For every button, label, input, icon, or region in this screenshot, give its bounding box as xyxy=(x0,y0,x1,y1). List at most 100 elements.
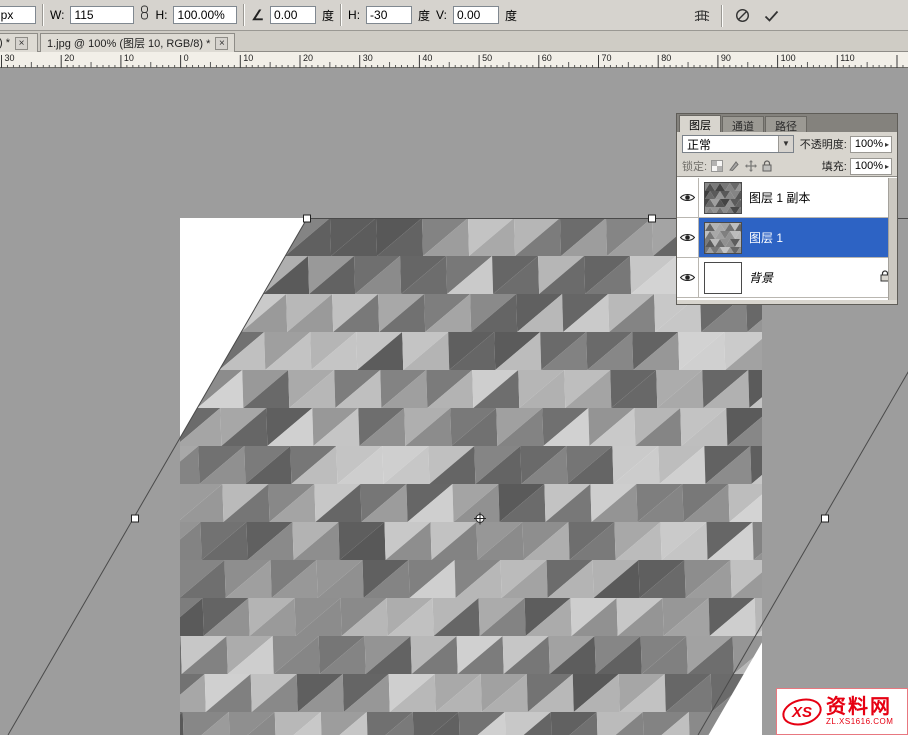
transformed-layer-image[interactable] xyxy=(180,218,762,735)
eye-icon xyxy=(680,233,695,242)
watermark-logo-icon: XS xyxy=(781,694,823,730)
commit-check-icon xyxy=(764,10,779,22)
lock-image-icon[interactable] xyxy=(728,160,740,172)
horizontal-ruler[interactable]: 3020100102030405060708090100110 xyxy=(0,52,908,68)
panel-scrollbar[interactable] xyxy=(888,178,897,300)
document-tab-partial[interactable]: ) * × xyxy=(0,33,38,52)
lock-row: 锁定: 填充: 100% ▸ xyxy=(677,156,897,177)
layer-row-selected[interactable]: 图层 1 xyxy=(677,218,897,258)
document-canvas[interactable] xyxy=(180,218,762,735)
close-tab-button[interactable]: × xyxy=(215,37,228,50)
lock-buttons xyxy=(711,160,772,172)
opacity-label: 不透明度: xyxy=(800,136,847,152)
v-skew-unit-label: 度 xyxy=(505,7,517,24)
commit-transform-button[interactable] xyxy=(761,5,781,27)
ruler-label: 30 xyxy=(363,53,373,63)
rotation-input[interactable] xyxy=(270,6,316,24)
tab-paths[interactable]: 路径 xyxy=(765,116,807,132)
fill-value: 100% xyxy=(855,160,883,172)
lock-transparency-icon[interactable] xyxy=(711,160,723,172)
opacity-value: 100% xyxy=(855,138,883,150)
opacity-input[interactable]: 100% ▸ xyxy=(850,136,892,153)
cancel-transform-button[interactable] xyxy=(732,5,752,27)
ruler-label: 50 xyxy=(482,53,492,63)
lock-position-icon[interactable] xyxy=(745,160,757,172)
ruler-label: 110 xyxy=(840,53,854,63)
separator xyxy=(243,4,245,26)
document-tab-partial-label: ) * xyxy=(0,37,10,49)
ruler-label: 0 xyxy=(184,53,189,63)
h-skew-label: H: xyxy=(348,8,360,22)
separator xyxy=(42,4,44,26)
layer-thumbnail[interactable] xyxy=(704,182,742,214)
ruler-label: 30 xyxy=(5,53,15,63)
ruler-label: 10 xyxy=(124,53,134,63)
ruler-label: 90 xyxy=(721,53,731,63)
photoshop-window: W: H: ∠ 度 H: 度 V: 度 xyxy=(0,0,908,735)
rotation-unit-label: 度 xyxy=(322,7,334,24)
fill-slider-arrow-icon[interactable]: ▸ xyxy=(885,162,889,171)
visibility-toggle[interactable] xyxy=(677,178,699,217)
blend-mode-select[interactable]: 正常 ▼ xyxy=(682,135,794,153)
ruler-label: 20 xyxy=(64,53,74,63)
document-tab-active[interactable]: 1.jpg @ 100% (图层 10, RGB/8) * × xyxy=(40,33,235,52)
tab-channels[interactable]: 通道 xyxy=(722,116,764,132)
warp-mode-icon xyxy=(694,9,710,23)
watermark-site-url: ZL.XS1616.COM xyxy=(826,718,893,726)
ruler-ticks xyxy=(0,52,908,68)
triangle-mosaic-image xyxy=(180,218,762,735)
separator xyxy=(340,4,342,26)
y-position-input[interactable] xyxy=(0,6,36,24)
layer-thumbnail[interactable] xyxy=(704,262,742,294)
layer-name: 图层 1 副本 xyxy=(749,189,810,206)
cancel-icon xyxy=(735,8,750,23)
visibility-toggle[interactable] xyxy=(677,258,699,297)
watermark: XS 资料网 ZL.XS1616.COM xyxy=(776,688,908,735)
transform-commit-group xyxy=(692,0,781,31)
visibility-toggle[interactable] xyxy=(677,218,699,257)
width-label: W: xyxy=(50,8,64,22)
close-tab-button[interactable]: × xyxy=(15,37,28,50)
layer-row-copy[interactable]: 图层 1 副本 xyxy=(677,178,897,218)
ruler-label: 40 xyxy=(422,53,432,63)
separator xyxy=(721,5,723,27)
layer-name: 图层 1 xyxy=(749,229,783,246)
height-input[interactable] xyxy=(173,6,237,24)
document-tab-title: 1.jpg @ 100% (图层 10, RGB/8) * xyxy=(47,35,210,51)
eye-icon xyxy=(680,273,695,282)
chevron-down-icon[interactable]: ▼ xyxy=(778,136,793,152)
tab-layers[interactable]: 图层 xyxy=(679,115,721,132)
h-skew-input[interactable] xyxy=(366,6,412,24)
transform-handle-middle-left[interactable] xyxy=(132,515,139,522)
layer-name: 背景 xyxy=(749,269,773,286)
ruler-label: 10 xyxy=(243,53,253,63)
ruler-label: 20 xyxy=(303,53,313,63)
layer-list: 图层 1 副本 图层 1 背景 xyxy=(677,177,897,300)
transform-options-bar: W: H: ∠ 度 H: 度 V: 度 xyxy=(0,0,908,31)
rotation-angle-icon: ∠ xyxy=(251,7,264,24)
transform-handle-middle-right[interactable] xyxy=(822,515,829,522)
fill-input[interactable]: 100% ▸ xyxy=(850,158,892,175)
layers-panel: 图层 通道 路径 正常 ▼ 不透明度: 100% ▸ 锁定: 填充: xyxy=(676,113,898,305)
ruler-label: 80 xyxy=(661,53,671,63)
layer-row-background[interactable]: 背景 xyxy=(677,258,897,298)
svg-text:XS: XS xyxy=(791,704,812,721)
blend-mode-value: 正常 xyxy=(683,136,778,153)
opacity-slider-arrow-icon[interactable]: ▸ xyxy=(885,140,889,149)
lock-all-icon[interactable] xyxy=(762,160,772,172)
link-dimensions-icon[interactable] xyxy=(140,5,149,25)
h-skew-unit-label: 度 xyxy=(418,7,430,24)
panel-tab-strip: 图层 通道 路径 xyxy=(677,114,897,132)
blend-mode-row: 正常 ▼ 不透明度: 100% ▸ xyxy=(677,132,897,156)
ruler-label: 60 xyxy=(542,53,552,63)
fill-label: 填充: xyxy=(822,158,847,174)
ruler-label: 100 xyxy=(781,53,796,63)
height-label: H: xyxy=(155,8,167,22)
eye-icon xyxy=(680,193,695,202)
watermark-site-name: 资料网 xyxy=(826,697,893,718)
width-input[interactable] xyxy=(70,6,134,24)
layer-thumbnail[interactable] xyxy=(704,222,742,254)
warp-mode-button[interactable] xyxy=(692,5,712,27)
v-skew-input[interactable] xyxy=(453,6,499,24)
document-tab-bar: ) * × 1.jpg @ 100% (图层 10, RGB/8) * × xyxy=(0,31,908,52)
